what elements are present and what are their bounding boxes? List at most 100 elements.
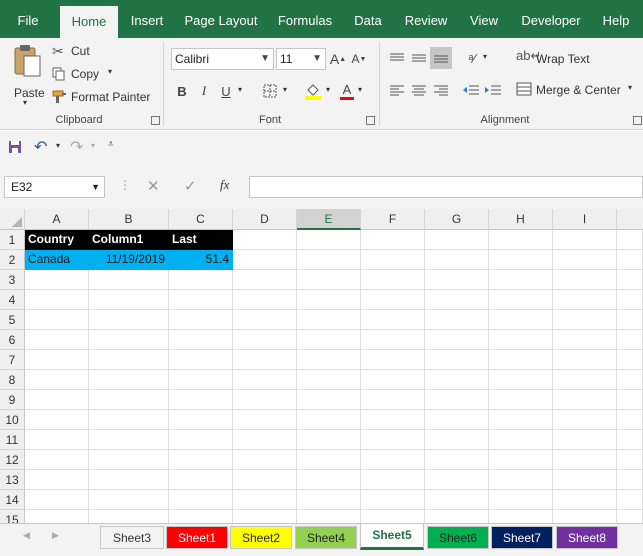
tab-insert[interactable]: Insert: [122, 0, 172, 38]
cell-i2[interactable]: [553, 250, 617, 270]
sheet-tab-sheet4[interactable]: Sheet4: [295, 526, 357, 549]
font-name-select[interactable]: Calibri ▼: [171, 48, 274, 70]
row-header-6[interactable]: 6: [0, 330, 25, 350]
sheet-tab-sheet6[interactable]: Sheet6: [427, 526, 489, 549]
cell-i6[interactable]: [553, 330, 617, 350]
scroll-right-icon[interactable]: ▶: [52, 530, 59, 541]
cell-e13[interactable]: [297, 470, 361, 490]
cell-i9[interactable]: [553, 390, 617, 410]
sheet-tab-sheet7[interactable]: Sheet7: [491, 526, 553, 549]
orientation-dropdown-icon[interactable]: ▾: [483, 52, 487, 61]
cell-b9[interactable]: [89, 390, 169, 410]
cell-c4[interactable]: [169, 290, 233, 310]
customize-qat-icon[interactable]: ⩡: [108, 139, 114, 150]
cell-b3[interactable]: [89, 270, 169, 290]
cell-a11[interactable]: [25, 430, 89, 450]
cell-i1[interactable]: [553, 230, 617, 250]
cell-h4[interactable]: [489, 290, 553, 310]
row-header-8[interactable]: 8: [0, 370, 25, 390]
align-right-button[interactable]: [430, 80, 452, 100]
cell-d5[interactable]: [233, 310, 297, 330]
underline-button[interactable]: U: [217, 80, 235, 102]
bold-button[interactable]: B: [173, 80, 191, 102]
cell-g15[interactable]: [425, 510, 489, 523]
cell-g6[interactable]: [425, 330, 489, 350]
fill-color-button[interactable]: [302, 80, 324, 102]
cell-g14[interactable]: [425, 490, 489, 510]
undo-icon[interactable]: ↶: [34, 137, 47, 157]
cell-f12[interactable]: [361, 450, 425, 470]
align-bottom-button[interactable]: [430, 47, 452, 69]
cell-b1[interactable]: Column1: [89, 230, 169, 250]
tab-view[interactable]: View: [462, 0, 506, 38]
cell-b8[interactable]: [89, 370, 169, 390]
cell-h9[interactable]: [489, 390, 553, 410]
cell-c2[interactable]: 51.4: [169, 250, 233, 270]
cell-b12[interactable]: [89, 450, 169, 470]
cell-b6[interactable]: [89, 330, 169, 350]
cell-h14[interactable]: [489, 490, 553, 510]
cell-a10[interactable]: [25, 410, 89, 430]
cell-c14[interactable]: [169, 490, 233, 510]
row-header-15[interactable]: 15: [0, 510, 25, 523]
cell-h8[interactable]: [489, 370, 553, 390]
fill-color-dropdown-icon[interactable]: ▾: [326, 85, 330, 94]
cell-g11[interactable]: [425, 430, 489, 450]
cell-g10[interactable]: [425, 410, 489, 430]
copy-dropdown-icon[interactable]: ▾: [108, 67, 112, 76]
cell-g7[interactable]: [425, 350, 489, 370]
cell-f8[interactable]: [361, 370, 425, 390]
sheet-tab-sheet3[interactable]: Sheet3: [100, 526, 164, 549]
cell-d8[interactable]: [233, 370, 297, 390]
italic-button[interactable]: I: [195, 80, 213, 102]
cell-e6[interactable]: [297, 330, 361, 350]
select-all-corner[interactable]: [0, 209, 25, 230]
column-header-partial[interactable]: [617, 209, 643, 230]
cell-j2[interactable]: [617, 250, 643, 270]
font-launcher-icon[interactable]: [366, 116, 375, 125]
cell-a3[interactable]: [25, 270, 89, 290]
cell-j12[interactable]: [617, 450, 643, 470]
cancel-icon[interactable]: ✕: [147, 177, 160, 195]
cell-e9[interactable]: [297, 390, 361, 410]
redo-icon[interactable]: ↷: [70, 137, 83, 157]
cell-d13[interactable]: [233, 470, 297, 490]
cell-i5[interactable]: [553, 310, 617, 330]
column-header-i[interactable]: I: [553, 209, 617, 230]
align-top-button[interactable]: [386, 48, 408, 68]
cell-f10[interactable]: [361, 410, 425, 430]
cell-g3[interactable]: [425, 270, 489, 290]
cell-h1[interactable]: [489, 230, 553, 250]
align-left-button[interactable]: [386, 80, 408, 100]
borders-dropdown-icon[interactable]: ▾: [283, 85, 287, 94]
cell-d15[interactable]: [233, 510, 297, 523]
cell-c11[interactable]: [169, 430, 233, 450]
alignment-launcher-icon[interactable]: [633, 116, 642, 125]
cell-j11[interactable]: [617, 430, 643, 450]
formula-input[interactable]: [249, 176, 643, 198]
tab-data[interactable]: Data: [348, 0, 388, 38]
cell-a13[interactable]: [25, 470, 89, 490]
tab-developer[interactable]: Developer: [514, 0, 588, 38]
cell-a14[interactable]: [25, 490, 89, 510]
cell-d1[interactable]: [233, 230, 297, 250]
tab-help[interactable]: Help: [596, 0, 636, 38]
cell-g9[interactable]: [425, 390, 489, 410]
column-header-f[interactable]: F: [361, 209, 425, 230]
cell-h11[interactable]: [489, 430, 553, 450]
cell-c10[interactable]: [169, 410, 233, 430]
cell-c3[interactable]: [169, 270, 233, 290]
merge-dropdown-icon[interactable]: ▾: [628, 83, 632, 92]
cell-j6[interactable]: [617, 330, 643, 350]
cell-f6[interactable]: [361, 330, 425, 350]
cell-f13[interactable]: [361, 470, 425, 490]
shrink-font-button[interactable]: A ▼: [350, 48, 368, 70]
cell-i7[interactable]: [553, 350, 617, 370]
tab-home[interactable]: Home: [60, 6, 118, 38]
cell-g2[interactable]: [425, 250, 489, 270]
enter-check-icon[interactable]: ✓: [184, 177, 197, 195]
cell-e10[interactable]: [297, 410, 361, 430]
cell-d12[interactable]: [233, 450, 297, 470]
cell-a6[interactable]: [25, 330, 89, 350]
cell-b5[interactable]: [89, 310, 169, 330]
